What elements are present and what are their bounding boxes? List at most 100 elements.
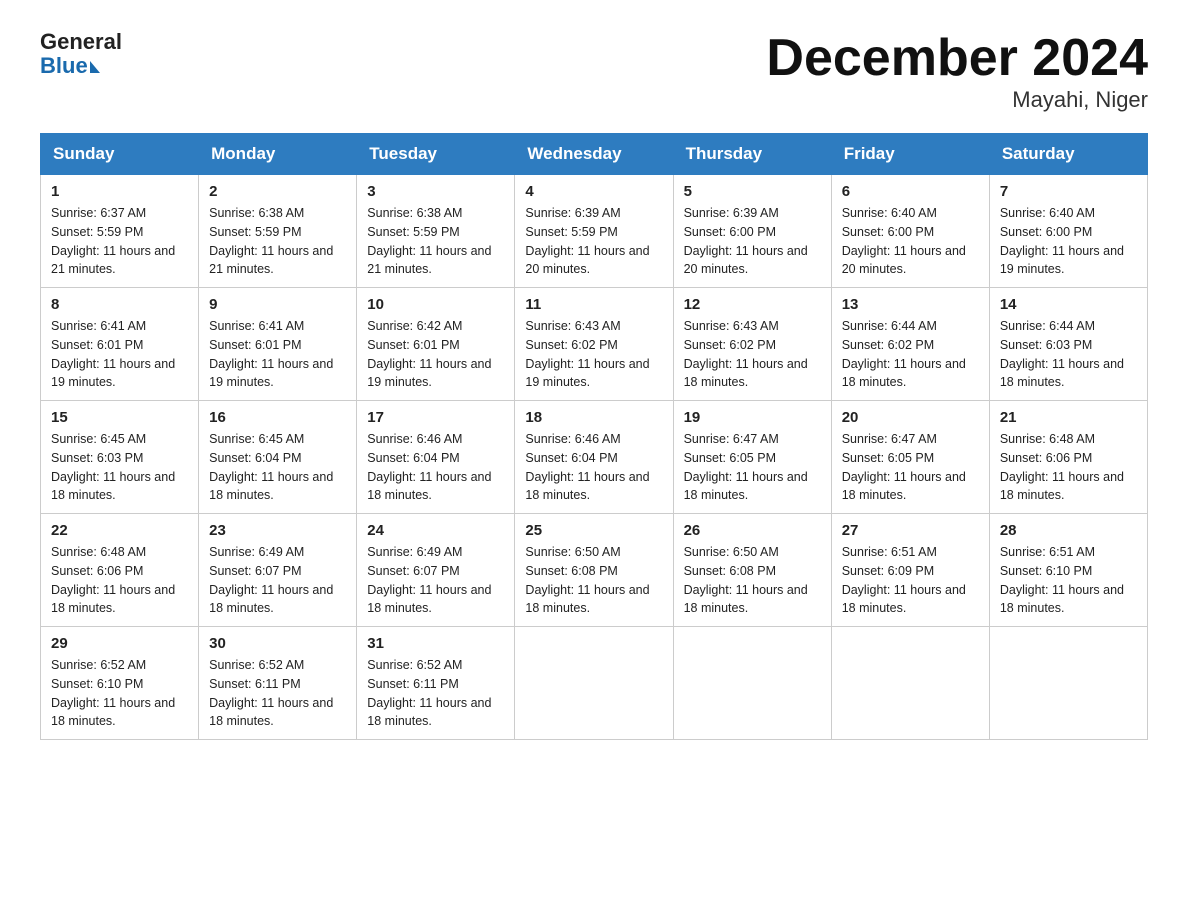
day-number: 29 [51,635,188,652]
day-info: Sunrise: 6:38 AMSunset: 5:59 PMDaylight:… [367,204,504,279]
day-info: Sunrise: 6:51 AMSunset: 6:10 PMDaylight:… [1000,543,1137,618]
day-number: 9 [209,296,346,313]
day-info: Sunrise: 6:48 AMSunset: 6:06 PMDaylight:… [1000,430,1137,505]
calendar-cell: 18 Sunrise: 6:46 AMSunset: 6:04 PMDayligh… [515,401,673,514]
calendar-week-row: 29 Sunrise: 6:52 AMSunset: 6:10 PMDayligh… [41,627,1148,740]
calendar-cell: 16 Sunrise: 6:45 AMSunset: 6:04 PMDayligh… [199,401,357,514]
day-number: 6 [842,183,979,200]
day-info: Sunrise: 6:41 AMSunset: 6:01 PMDaylight:… [51,317,188,392]
day-info: Sunrise: 6:38 AMSunset: 5:59 PMDaylight:… [209,204,346,279]
day-info: Sunrise: 6:46 AMSunset: 6:04 PMDaylight:… [367,430,504,505]
calendar-cell: 11 Sunrise: 6:43 AMSunset: 6:02 PMDayligh… [515,288,673,401]
day-number: 14 [1000,296,1137,313]
day-info: Sunrise: 6:48 AMSunset: 6:06 PMDaylight:… [51,543,188,618]
day-info: Sunrise: 6:46 AMSunset: 6:04 PMDaylight:… [525,430,662,505]
day-info: Sunrise: 6:47 AMSunset: 6:05 PMDaylight:… [684,430,821,505]
calendar-cell: 28 Sunrise: 6:51 AMSunset: 6:10 PMDayligh… [989,514,1147,627]
day-number: 23 [209,522,346,539]
calendar-cell: 29 Sunrise: 6:52 AMSunset: 6:10 PMDayligh… [41,627,199,740]
calendar-cell: 10 Sunrise: 6:42 AMSunset: 6:01 PMDayligh… [357,288,515,401]
day-info: Sunrise: 6:43 AMSunset: 6:02 PMDaylight:… [525,317,662,392]
day-number: 11 [525,296,662,313]
calendar-cell: 1Sunrise: 6:37 AMSunset: 5:59 PMDaylight… [41,175,199,288]
weekday-header-monday: Monday [199,134,357,175]
weekday-header-thursday: Thursday [673,134,831,175]
calendar-cell: 27 Sunrise: 6:51 AMSunset: 6:09 PMDayligh… [831,514,989,627]
day-number: 3 [367,183,504,200]
day-number: 28 [1000,522,1137,539]
day-number: 30 [209,635,346,652]
calendar-cell: 2Sunrise: 6:38 AMSunset: 5:59 PMDaylight… [199,175,357,288]
day-number: 8 [51,296,188,313]
calendar-cell: 24 Sunrise: 6:49 AMSunset: 6:07 PMDayligh… [357,514,515,627]
day-info: Sunrise: 6:52 AMSunset: 6:11 PMDaylight:… [209,656,346,731]
calendar-cell: 14Sunrise: 6:44 AMSunset: 6:03 PMDayligh… [989,288,1147,401]
day-info: Sunrise: 6:52 AMSunset: 6:10 PMDaylight:… [51,656,188,731]
day-number: 5 [684,183,821,200]
day-number: 19 [684,409,821,426]
calendar-week-row: 15 Sunrise: 6:45 AMSunset: 6:03 PMDayligh… [41,401,1148,514]
title-block: December 2024 Mayahi, Niger [766,30,1148,113]
day-number: 15 [51,409,188,426]
calendar-cell: 5Sunrise: 6:39 AMSunset: 6:00 PMDaylight… [673,175,831,288]
day-number: 16 [209,409,346,426]
weekday-header-wednesday: Wednesday [515,134,673,175]
calendar-location: Mayahi, Niger [766,87,1148,113]
calendar-header-row: SundayMondayTuesdayWednesdayThursdayFrid… [41,134,1148,175]
day-number: 12 [684,296,821,313]
calendar-week-row: 8 Sunrise: 6:41 AMSunset: 6:01 PMDaylight… [41,288,1148,401]
calendar-cell: 25Sunrise: 6:50 AMSunset: 6:08 PMDayligh… [515,514,673,627]
day-info: Sunrise: 6:40 AMSunset: 6:00 PMDaylight:… [842,204,979,279]
day-info: Sunrise: 6:42 AMSunset: 6:01 PMDaylight:… [367,317,504,392]
calendar-cell: 17 Sunrise: 6:46 AMSunset: 6:04 PMDayligh… [357,401,515,514]
calendar-cell: 15 Sunrise: 6:45 AMSunset: 6:03 PMDayligh… [41,401,199,514]
calendar-cell: 20Sunrise: 6:47 AMSunset: 6:05 PMDayligh… [831,401,989,514]
day-number: 21 [1000,409,1137,426]
calendar-cell: 6 Sunrise: 6:40 AMSunset: 6:00 PMDaylight… [831,175,989,288]
day-info: Sunrise: 6:39 AMSunset: 5:59 PMDaylight:… [525,204,662,279]
day-info: Sunrise: 6:40 AMSunset: 6:00 PMDaylight:… [1000,204,1137,279]
day-number: 1 [51,183,188,200]
calendar-title: December 2024 [766,30,1148,87]
calendar-cell: 9Sunrise: 6:41 AMSunset: 6:01 PMDaylight… [199,288,357,401]
page-header: General Blue December 2024 Mayahi, Niger [40,30,1148,113]
weekday-header-sunday: Sunday [41,134,199,175]
day-info: Sunrise: 6:45 AMSunset: 6:04 PMDaylight:… [209,430,346,505]
calendar-cell: 21 Sunrise: 6:48 AMSunset: 6:06 PMDayligh… [989,401,1147,514]
calendar-week-row: 22 Sunrise: 6:48 AMSunset: 6:06 PMDayligh… [41,514,1148,627]
day-number: 20 [842,409,979,426]
day-info: Sunrise: 6:45 AMSunset: 6:03 PMDaylight:… [51,430,188,505]
calendar-cell: 19 Sunrise: 6:47 AMSunset: 6:05 PMDayligh… [673,401,831,514]
calendar-cell: 8 Sunrise: 6:41 AMSunset: 6:01 PMDaylight… [41,288,199,401]
day-number: 26 [684,522,821,539]
calendar-cell [831,627,989,740]
calendar-cell [989,627,1147,740]
day-info: Sunrise: 6:50 AMSunset: 6:08 PMDaylight:… [525,543,662,618]
weekday-header-tuesday: Tuesday [357,134,515,175]
weekday-header-saturday: Saturday [989,134,1147,175]
calendar-cell: 23Sunrise: 6:49 AMSunset: 6:07 PMDayligh… [199,514,357,627]
day-info: Sunrise: 6:43 AMSunset: 6:02 PMDaylight:… [684,317,821,392]
calendar-cell: 4 Sunrise: 6:39 AMSunset: 5:59 PMDaylight… [515,175,673,288]
day-info: Sunrise: 6:51 AMSunset: 6:09 PMDaylight:… [842,543,979,618]
day-info: Sunrise: 6:49 AMSunset: 6:07 PMDaylight:… [367,543,504,618]
day-number: 17 [367,409,504,426]
calendar-table: SundayMondayTuesdayWednesdayThursdayFrid… [40,133,1148,740]
logo: General Blue [40,30,122,78]
calendar-cell [673,627,831,740]
day-number: 10 [367,296,504,313]
calendar-cell: 31Sunrise: 6:52 AMSunset: 6:11 PMDayligh… [357,627,515,740]
day-number: 22 [51,522,188,539]
day-info: Sunrise: 6:44 AMSunset: 6:02 PMDaylight:… [842,317,979,392]
weekday-header-friday: Friday [831,134,989,175]
day-info: Sunrise: 6:52 AMSunset: 6:11 PMDaylight:… [367,656,504,731]
day-number: 13 [842,296,979,313]
day-number: 7 [1000,183,1137,200]
calendar-cell: 12 Sunrise: 6:43 AMSunset: 6:02 PMDayligh… [673,288,831,401]
calendar-cell: 7 Sunrise: 6:40 AMSunset: 6:00 PMDaylight… [989,175,1147,288]
logo-blue-text: Blue [40,54,122,78]
day-number: 24 [367,522,504,539]
day-number: 18 [525,409,662,426]
day-number: 4 [525,183,662,200]
day-number: 27 [842,522,979,539]
